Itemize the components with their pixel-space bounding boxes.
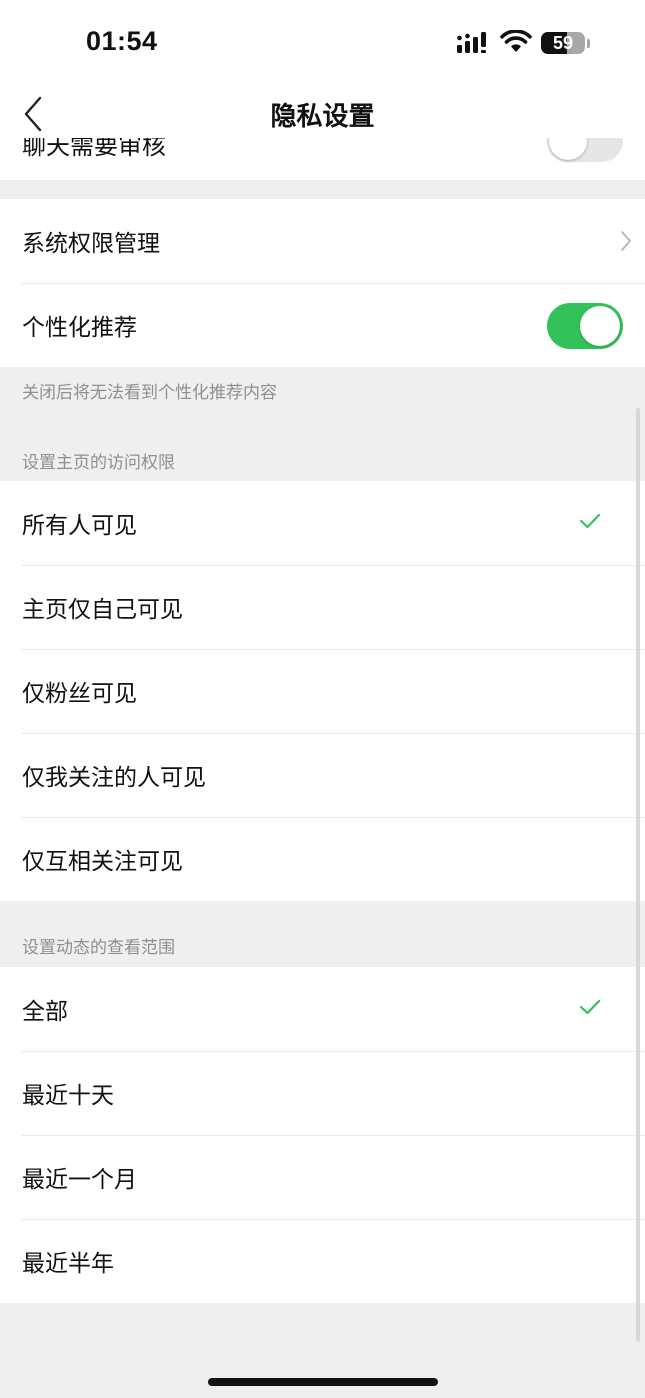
battery-cap xyxy=(587,39,590,48)
personalized-note: 关闭后将无法看到个性化推荐内容 xyxy=(22,383,277,403)
option-label: 所有人可见 xyxy=(22,513,137,539)
homepage-access-header: 设置主页的访问权限 xyxy=(22,453,175,473)
battery-level: 59 xyxy=(552,33,574,53)
status-time: 01:54 xyxy=(86,26,158,56)
option-label: 仅互相关注可见 xyxy=(22,849,183,875)
cellular-signal-icon xyxy=(457,32,486,53)
checkmark-icon xyxy=(579,999,601,1015)
checkmark-icon xyxy=(579,513,601,529)
option-label: 仅我关注的人可见 xyxy=(22,765,206,791)
option-label: 最近一个月 xyxy=(22,1167,137,1193)
option-label: 仅粉丝可见 xyxy=(22,681,137,707)
option-label: 主页仅自己可见 xyxy=(22,597,183,623)
wifi-icon xyxy=(500,30,532,52)
scope-option-half-year[interactable]: 最近半年 xyxy=(0,1219,645,1303)
personalized-recommend-toggle[interactable] xyxy=(547,303,623,349)
scope-option-one-month[interactable]: 最近一个月 xyxy=(0,1135,645,1219)
chevron-right-icon xyxy=(621,231,631,251)
access-option-following-only[interactable]: 仅我关注的人可见 xyxy=(0,733,645,817)
system-permissions-row[interactable]: 系统权限管理 xyxy=(0,199,645,283)
feed-scope-header: 设置动态的查看范围 xyxy=(22,938,175,958)
access-option-followers-only[interactable]: 仅粉丝可见 xyxy=(0,649,645,733)
home-indicator[interactable] xyxy=(208,1378,438,1386)
option-label: 全部 xyxy=(22,999,68,1025)
scrollbar[interactable] xyxy=(636,408,640,1342)
access-option-self-only[interactable]: 主页仅自己可见 xyxy=(0,565,645,649)
nav-bar: 聊天需要审核 隐私设置 xyxy=(0,80,645,180)
option-label: 最近半年 xyxy=(22,1251,114,1277)
feed-scope-group: 全部 最近十天 最近一个月 最近半年 xyxy=(0,967,645,1303)
access-option-everyone[interactable]: 所有人可见 xyxy=(0,481,645,565)
system-group: 系统权限管理 个性化推荐 xyxy=(0,199,645,367)
battery-icon: 59 xyxy=(541,32,585,54)
personalized-recommend-row: 个性化推荐 xyxy=(0,283,645,367)
scope-option-all[interactable]: 全部 xyxy=(0,967,645,1051)
status-bar: 01:54 59 xyxy=(0,0,645,80)
scope-option-ten-days[interactable]: 最近十天 xyxy=(0,1051,645,1135)
toggle-knob xyxy=(580,306,620,346)
page-title: 隐私设置 xyxy=(270,102,375,132)
access-option-mutual-only[interactable]: 仅互相关注可见 xyxy=(0,817,645,901)
option-label: 最近十天 xyxy=(22,1083,114,1109)
homepage-access-group: 所有人可见 主页仅自己可见 仅粉丝可见 仅我关注的人可见 仅互相关注可见 xyxy=(0,481,645,901)
system-permissions-label: 系统权限管理 xyxy=(22,231,160,257)
